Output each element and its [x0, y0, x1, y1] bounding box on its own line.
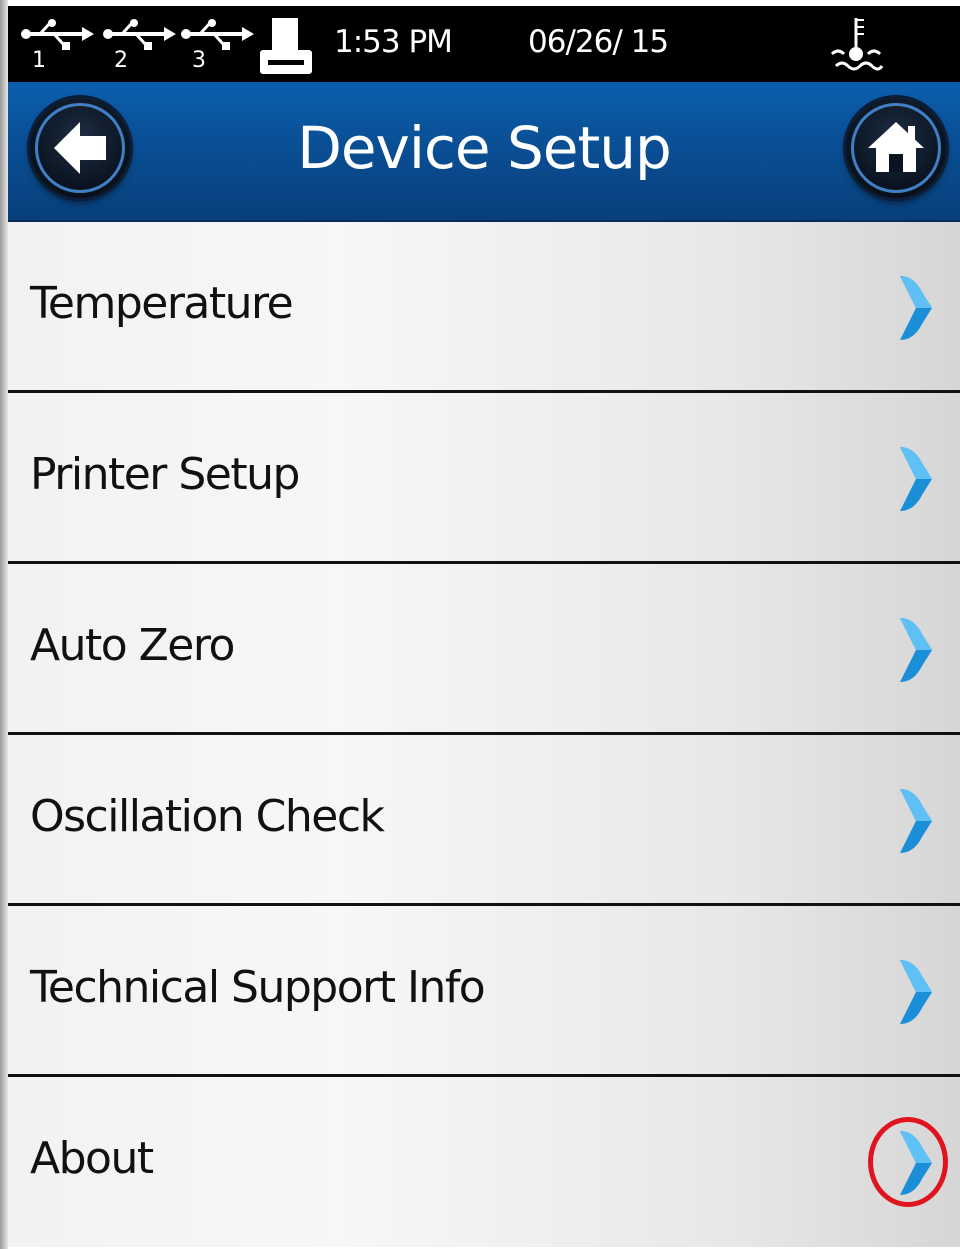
status-date: 06/26/ 15 — [528, 24, 669, 60]
menu-item-label: Oscillation Check — [30, 791, 385, 842]
thermometer-bath-icon — [830, 18, 884, 71]
menu-item-technical-support-info[interactable]: Technical Support Info — [8, 906, 960, 1077]
screen-edge — [0, 0, 8, 1249]
page-title: Device Setup — [297, 114, 672, 182]
usb-port-number: 1 — [32, 48, 46, 73]
menu-item-label: Temperature — [30, 278, 294, 329]
home-icon — [868, 122, 924, 172]
menu-item-printer-setup[interactable]: Printer Setup — [8, 393, 960, 564]
usb-icon — [181, 19, 254, 50]
chevron-right-icon — [900, 276, 932, 340]
usb-port-number: 3 — [192, 48, 206, 73]
settings-menu: Temperature Printer Setup Auto Zero Osci… — [8, 222, 960, 1247]
chevron-right-icon — [900, 618, 932, 682]
header-bar: Device Setup — [8, 82, 960, 222]
chevron-right-icon — [900, 960, 932, 1024]
printer-icon — [260, 18, 312, 74]
status-time: 1:53 PM — [334, 24, 453, 60]
usb-port-2-status: 2 — [100, 18, 178, 76]
status-bar: 1 2 3 1:53 PM 06/26/ 15 — [8, 6, 960, 82]
usb-port-3-status: 3 — [178, 18, 256, 76]
menu-item-temperature[interactable]: Temperature — [8, 222, 960, 393]
usb-icon — [103, 19, 176, 50]
menu-item-oscillation-check[interactable]: Oscillation Check — [8, 735, 960, 906]
chevron-right-icon — [900, 447, 932, 511]
menu-item-label: About — [30, 1133, 154, 1184]
device-setup-screen: 1 2 3 1:53 PM 06/26/ 15 Device Setup Tem… — [0, 0, 960, 1249]
menu-item-about[interactable]: About — [8, 1077, 960, 1247]
menu-item-label: Printer Setup — [30, 449, 300, 500]
usb-port-number: 2 — [114, 48, 128, 73]
home-button[interactable] — [846, 98, 946, 198]
chevron-right-icon — [900, 789, 932, 853]
menu-item-auto-zero[interactable]: Auto Zero — [8, 564, 960, 735]
usb-port-1-status: 1 — [18, 18, 96, 76]
highlight-circle — [868, 1117, 948, 1207]
menu-item-label: Auto Zero — [30, 620, 235, 671]
menu-item-label: Technical Support Info — [30, 962, 486, 1013]
usb-icon — [21, 19, 94, 50]
